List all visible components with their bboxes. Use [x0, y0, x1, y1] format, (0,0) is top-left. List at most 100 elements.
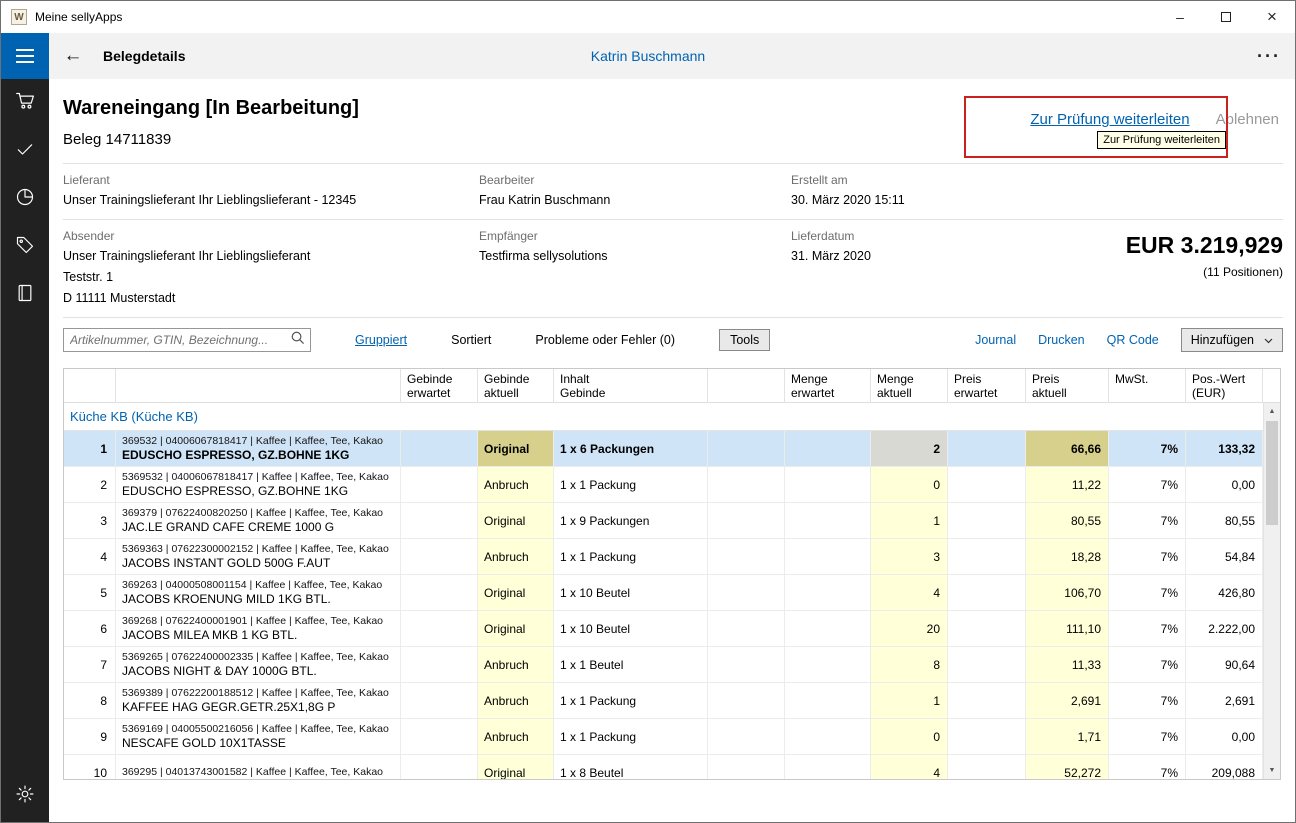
- sidebar-item-orders[interactable]: [1, 79, 49, 127]
- article-cell[interactable]: 369295 | 04013743001582 | Kaffee | Kaffe…: [116, 755, 401, 779]
- header-inhalt-gebinde[interactable]: Inhalt Gebinde: [554, 369, 708, 403]
- preis-aktuell-cell[interactable]: 11,22: [1026, 467, 1109, 502]
- article-cell[interactable]: 369268 | 07622400001901 | Kaffee | Kaffe…: [116, 611, 401, 646]
- gebinde-aktuell-cell[interactable]: Original: [478, 755, 554, 779]
- qr-code-link[interactable]: QR Code: [1107, 333, 1159, 347]
- print-link[interactable]: Drucken: [1038, 333, 1085, 347]
- gebinde-aktuell-cell[interactable]: Original: [478, 503, 554, 538]
- preis-aktuell-cell[interactable]: 11,33: [1026, 647, 1109, 682]
- menge-aktuell-cell[interactable]: 2: [871, 431, 948, 466]
- preis-aktuell-cell[interactable]: 2,691: [1026, 683, 1109, 718]
- back-button[interactable]: ←: [49, 45, 97, 67]
- sidebar-item-tasks[interactable]: [1, 127, 49, 175]
- menge-aktuell-cell[interactable]: 0: [871, 719, 948, 754]
- grouped-toggle[interactable]: Gruppiert: [355, 333, 407, 347]
- header-pos-wert[interactable]: Pos.-Wert (EUR): [1186, 369, 1263, 403]
- hamburger-menu-button[interactable]: [1, 33, 49, 79]
- minimize-button[interactable]: –: [1157, 1, 1203, 33]
- menge-aktuell-cell[interactable]: 8: [871, 647, 948, 682]
- group-header[interactable]: Küche KB (Küche KB): [64, 403, 1263, 431]
- tools-button[interactable]: Tools: [719, 329, 770, 351]
- table-row[interactable]: 6369268 | 07622400001901 | Kaffee | Kaff…: [64, 611, 1263, 647]
- gebinde-aktuell-cell[interactable]: Original: [478, 575, 554, 610]
- table-row[interactable]: 10369295 | 04013743001582 | Kaffee | Kaf…: [64, 755, 1263, 779]
- preis-aktuell-cell[interactable]: 18,28: [1026, 539, 1109, 574]
- menge-aktuell-cell[interactable]: 20: [871, 611, 948, 646]
- gebinde-aktuell-cell[interactable]: Anbruch: [478, 539, 554, 574]
- article-cell[interactable]: 5369169 | 04005500216056 | Kaffee | Kaff…: [116, 719, 401, 754]
- problems-filter[interactable]: Probleme oder Fehler (0): [535, 333, 675, 347]
- sorted-toggle[interactable]: Sortiert: [451, 333, 491, 347]
- article-cell[interactable]: 5369265 | 07622400002335 | Kaffee | Kaff…: [116, 647, 401, 682]
- table-row[interactable]: 95369169 | 04005500216056 | Kaffee | Kaf…: [64, 719, 1263, 755]
- table-row[interactable]: 85369389 | 07622200188512 | Kaffee | Kaf…: [64, 683, 1263, 719]
- gebinde-aktuell-cell[interactable]: Anbruch: [478, 647, 554, 682]
- preis-erwartet-cell: [948, 575, 1026, 610]
- more-menu-button[interactable]: ···: [1257, 46, 1295, 67]
- table-row[interactable]: 1369532 | 04006067818417 | Kaffee | Kaff…: [64, 431, 1263, 467]
- search-box[interactable]: [63, 328, 311, 352]
- search-input[interactable]: [70, 333, 290, 347]
- gebinde-aktuell-cell[interactable]: Anbruch: [478, 683, 554, 718]
- article-cell[interactable]: 5369363 | 07622300002152 | Kaffee | Kaff…: [116, 539, 401, 574]
- gebinde-aktuell-cell[interactable]: Original: [478, 611, 554, 646]
- chevron-down-icon: [1264, 333, 1273, 347]
- header-preis-aktuell[interactable]: Preis aktuell: [1026, 369, 1109, 403]
- close-button[interactable]: ×: [1249, 1, 1295, 33]
- article-cell[interactable]: 5369389 | 07622200188512 | Kaffee | Kaff…: [116, 683, 401, 718]
- header-mwst[interactable]: MwSt.: [1109, 369, 1186, 403]
- menge-aktuell-cell[interactable]: 0: [871, 467, 948, 502]
- article-meta: 5369532 | 04006067818417 | Kaffee | Kaff…: [122, 471, 389, 483]
- header-gebinde-aktuell[interactable]: Gebinde aktuell: [478, 369, 554, 403]
- gebinde-erwartet-cell: [401, 683, 478, 718]
- user-name[interactable]: Katrin Buschmann: [591, 48, 705, 64]
- menge-aktuell-cell[interactable]: 4: [871, 575, 948, 610]
- maximize-button[interactable]: [1203, 1, 1249, 33]
- vertical-scrollbar[interactable]: ▲ ▼: [1263, 403, 1280, 779]
- menge-aktuell-cell[interactable]: 1: [871, 503, 948, 538]
- header-line: Gebinde: [407, 372, 471, 386]
- article-meta: 5369265 | 07622400002335 | Kaffee | Kaff…: [122, 651, 389, 663]
- preis-aktuell-cell[interactable]: 66,66: [1026, 431, 1109, 466]
- preis-aktuell-cell[interactable]: 1,71: [1026, 719, 1109, 754]
- gebinde-aktuell-cell[interactable]: Anbruch: [478, 467, 554, 502]
- sidebar-item-prices[interactable]: [1, 223, 49, 271]
- preis-aktuell-cell[interactable]: 52,272: [1026, 755, 1109, 779]
- article-cell[interactable]: 5369532 | 04006067818417 | Kaffee | Kaff…: [116, 467, 401, 502]
- preis-aktuell-cell[interactable]: 106,70: [1026, 575, 1109, 610]
- header-menge-aktuell[interactable]: Menge aktuell: [871, 369, 948, 403]
- search-icon[interactable]: [290, 330, 305, 350]
- table-row[interactable]: 25369532 | 04006067818417 | Kaffee | Kaf…: [64, 467, 1263, 503]
- sidebar-item-settings[interactable]: [1, 772, 49, 820]
- menge-aktuell-cell[interactable]: 3: [871, 539, 948, 574]
- preis-aktuell-cell[interactable]: 111,10: [1026, 611, 1109, 646]
- article-cell[interactable]: 369379 | 07622400820250 | Kaffee | Kaffe…: [116, 503, 401, 538]
- spacer-cell: [708, 467, 785, 502]
- add-button[interactable]: Hinzufügen: [1181, 328, 1283, 352]
- article-cell[interactable]: 369532 | 04006067818417 | Kaffee | Kaffe…: [116, 431, 401, 466]
- pos-wert-cell: 80,55: [1186, 503, 1263, 538]
- gebinde-aktuell-cell[interactable]: Original: [478, 431, 554, 466]
- gebinde-erwartet-cell: [401, 755, 478, 779]
- header-gebinde-erwartet[interactable]: Gebinde erwartet: [401, 369, 478, 403]
- scroll-down-button[interactable]: ▼: [1264, 762, 1280, 779]
- table-row[interactable]: 5369263 | 04000508001154 | Kaffee | Kaff…: [64, 575, 1263, 611]
- menge-aktuell-cell[interactable]: 4: [871, 755, 948, 779]
- table-row[interactable]: 3369379 | 07622400820250 | Kaffee | Kaff…: [64, 503, 1263, 539]
- reject-link[interactable]: Ablehnen: [1216, 111, 1279, 128]
- preis-aktuell-cell[interactable]: 80,55: [1026, 503, 1109, 538]
- scroll-up-button[interactable]: ▲: [1264, 403, 1280, 420]
- forward-for-review-link[interactable]: Zur Prüfung weiterleiten: [1030, 111, 1189, 128]
- menge-aktuell-cell[interactable]: 1: [871, 683, 948, 718]
- mwst-cell: 7%: [1109, 539, 1186, 574]
- header-preis-erwartet[interactable]: Preis erwartet: [948, 369, 1026, 403]
- sidebar-item-statistics[interactable]: [1, 175, 49, 223]
- table-row[interactable]: 75369265 | 07622400002335 | Kaffee | Kaf…: [64, 647, 1263, 683]
- header-menge-erwartet[interactable]: Menge erwartet: [785, 369, 871, 403]
- sidebar-item-journal[interactable]: [1, 271, 49, 319]
- gebinde-aktuell-cell[interactable]: Anbruch: [478, 719, 554, 754]
- article-cell[interactable]: 369263 | 04000508001154 | Kaffee | Kaffe…: [116, 575, 401, 610]
- journal-link[interactable]: Journal: [975, 333, 1016, 347]
- table-row[interactable]: 45369363 | 07622300002152 | Kaffee | Kaf…: [64, 539, 1263, 575]
- scrollbar-thumb[interactable]: [1266, 421, 1278, 525]
